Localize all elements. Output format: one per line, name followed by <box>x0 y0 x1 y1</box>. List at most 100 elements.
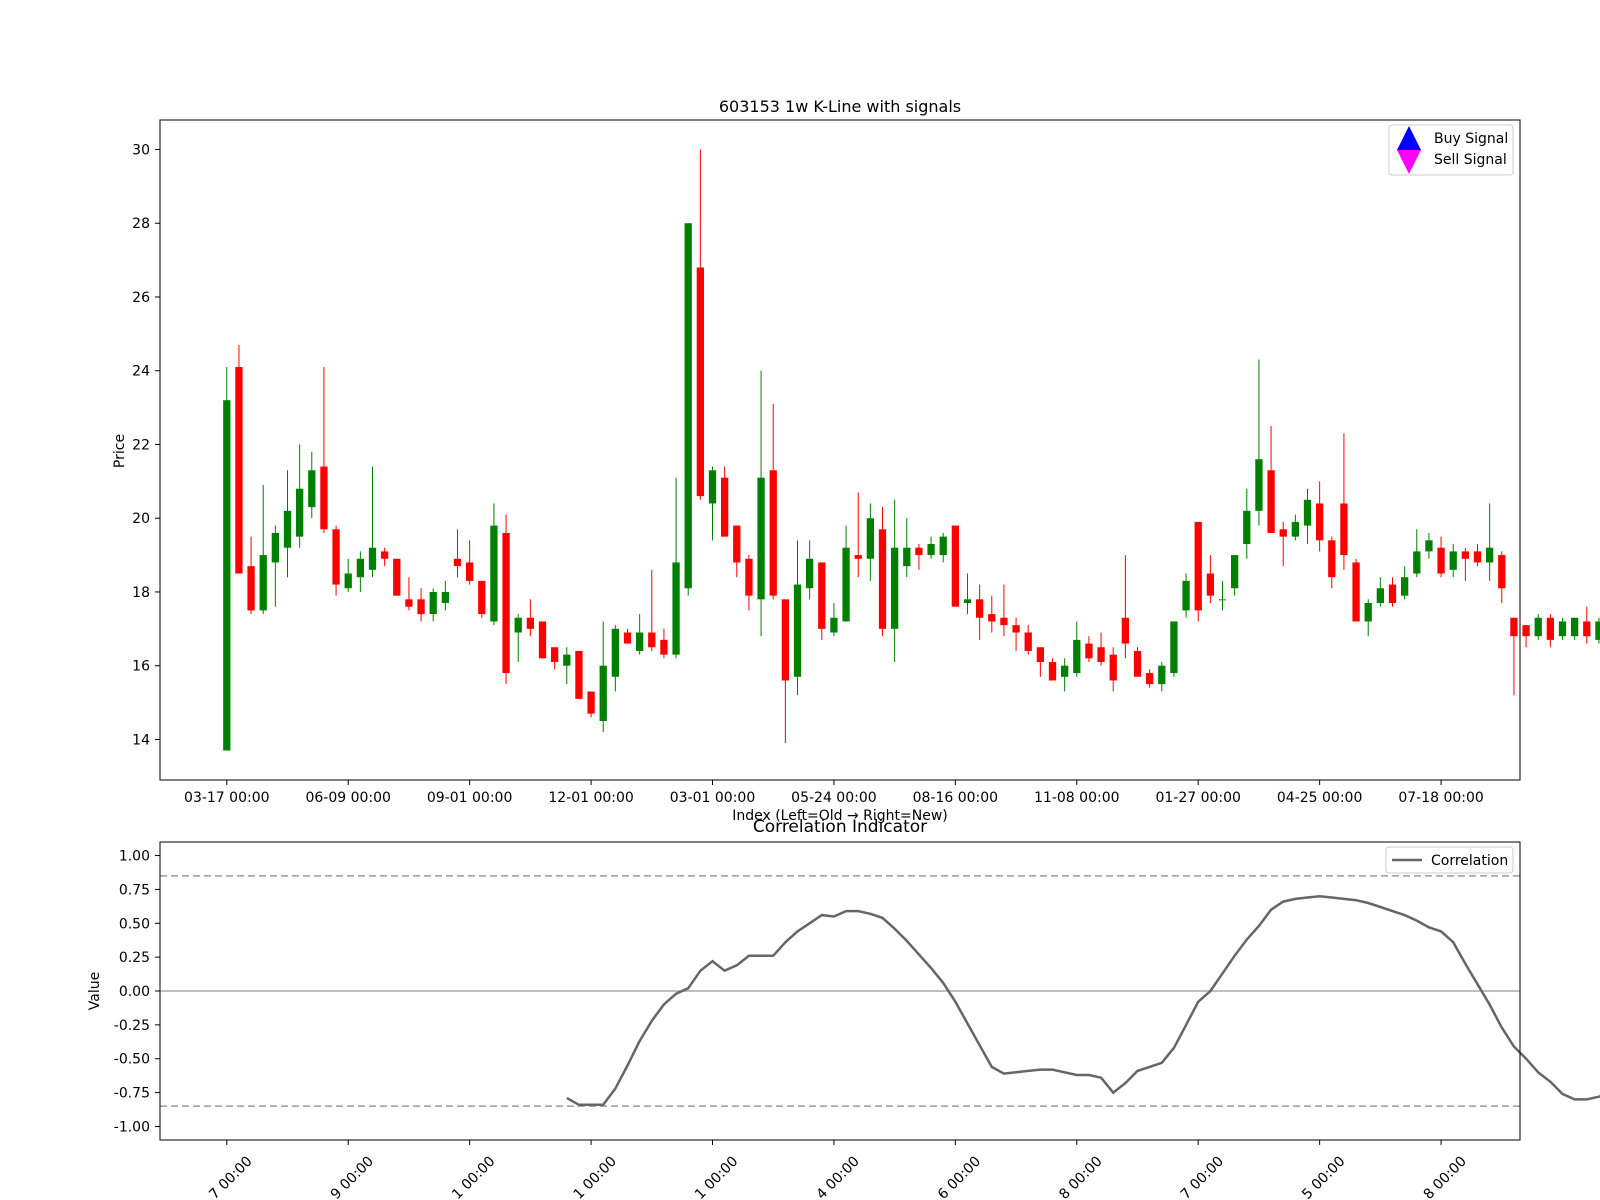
candle-body <box>1388 584 1397 604</box>
candle-body <box>1316 503 1324 541</box>
candle-body <box>1206 573 1214 596</box>
y-tick-label: 0.00 <box>119 984 150 1000</box>
candle-body <box>806 558 814 589</box>
candle-body <box>769 470 777 596</box>
x-tick-label: 9 00:00 <box>328 1154 377 1200</box>
candle-body <box>1218 599 1227 601</box>
candle-body <box>526 617 534 629</box>
candle-body <box>623 632 632 644</box>
legend-correlation: Correlation <box>1431 853 1508 869</box>
candle-body <box>878 529 887 629</box>
candle-body <box>1267 470 1275 533</box>
candle-body <box>1048 662 1057 681</box>
kline-panel: 603153 1w K-Line with signals 14 16 18 20 22… <box>112 97 1600 824</box>
candle-body <box>1291 521 1299 537</box>
y-tick-label: 16 <box>132 659 150 675</box>
x-tick-label: 03-17 00:00 <box>184 790 269 806</box>
candle-body <box>976 599 984 618</box>
candle-body <box>696 267 704 497</box>
y-tick-label: 14 <box>132 732 150 748</box>
candle-body <box>1595 621 1600 640</box>
candle-body <box>587 691 595 714</box>
candle-body <box>453 558 462 567</box>
x-tick-label: 03-01 00:00 <box>670 790 755 806</box>
candle-body <box>1194 521 1202 611</box>
candle-body <box>915 547 923 556</box>
candle-body <box>793 584 802 677</box>
x-tick-label: 8 00:00 <box>1421 1154 1470 1200</box>
x-tick-label: 4 00:00 <box>813 1154 862 1200</box>
candle-body <box>1243 510 1251 545</box>
candle-body <box>781 599 789 681</box>
candle-body <box>1182 580 1190 611</box>
x-tick-label: 5 00:00 <box>1299 1154 1348 1200</box>
candle-body <box>223 400 231 751</box>
correlation-line <box>566 894 1600 1107</box>
x-tick-label: 12-01 00:00 <box>548 790 633 806</box>
candle-body <box>271 532 279 563</box>
x-tick-label: 09-01 00:00 <box>427 790 512 806</box>
candle-body <box>721 477 729 537</box>
candle-body <box>648 632 656 648</box>
candle-body <box>1522 625 1530 637</box>
y-tick-label: 0.50 <box>119 916 150 932</box>
candle-body <box>1401 577 1409 596</box>
candle-body <box>563 654 571 666</box>
y-tick-label: -0.75 <box>114 1086 150 1102</box>
candle-body <box>259 555 267 611</box>
candle-body <box>1546 617 1554 640</box>
y-tick-label: 20 <box>132 511 150 527</box>
y-tick-label: 22 <box>132 437 150 453</box>
figure: 603153 1w K-Line with signals 14 16 18 20 22… <box>87 97 1600 1200</box>
correlation-y-axis: 1.00 0.75 0.50 0.25 0.00 -0.25 -0.50 -0.75 -1.00 <box>114 849 160 1135</box>
candle-body <box>684 223 692 589</box>
candle-body <box>1097 647 1105 663</box>
candle-body <box>381 551 389 559</box>
candle-body <box>672 562 680 655</box>
legend-buy-signal: Buy Signal <box>1434 131 1508 147</box>
y-tick-label: 0.75 <box>119 882 150 898</box>
candle-body <box>951 525 959 607</box>
candle-body <box>903 547 911 567</box>
candle-body <box>599 665 607 722</box>
candle-body <box>733 525 741 563</box>
y-tick-label: 24 <box>132 364 150 380</box>
candle-body <box>1437 547 1445 574</box>
y-tick-label: 0.25 <box>119 950 150 966</box>
candle-body <box>1303 499 1312 526</box>
candle-body <box>344 573 352 589</box>
legend-sell-signal: Sell Signal <box>1434 152 1507 168</box>
y-tick-label: 18 <box>132 585 150 601</box>
candle-body <box>332 529 340 585</box>
candle-body <box>1352 562 1360 622</box>
candle-body <box>1449 551 1457 570</box>
correlation-panel: Correlation Indicator 1.00 0.75 0.50 0.25 0.… <box>87 817 1600 1200</box>
y-tick-label: 28 <box>132 216 150 232</box>
candle-body <box>514 617 522 633</box>
candle-body <box>1571 617 1579 637</box>
candle-body <box>538 621 547 659</box>
candle-body <box>891 547 899 629</box>
y-tick-label: -0.25 <box>114 1018 150 1034</box>
candle-body <box>757 477 765 600</box>
candle-body <box>1170 621 1178 674</box>
candle-body <box>1510 617 1518 637</box>
candle-body <box>708 470 717 504</box>
candle-body <box>466 562 474 581</box>
kline-title: 603153 1w K-Line with signals <box>719 97 961 116</box>
candle-body <box>1534 617 1542 637</box>
candle-body <box>417 599 425 615</box>
candle-body <box>1364 603 1372 622</box>
candle-body <box>356 558 364 578</box>
candle-body <box>818 562 826 629</box>
candle-body <box>1473 551 1482 563</box>
candle-body <box>1461 551 1469 559</box>
candle-body <box>854 555 862 559</box>
candle-body <box>393 558 401 596</box>
candle-body <box>1061 665 1069 677</box>
candle-body <box>551 647 559 663</box>
candle-body <box>1279 529 1287 537</box>
x-tick-label: 7 00:00 <box>1178 1154 1227 1200</box>
candle-body <box>939 536 947 556</box>
x-tick-label: 07-18 00:00 <box>1398 790 1483 806</box>
